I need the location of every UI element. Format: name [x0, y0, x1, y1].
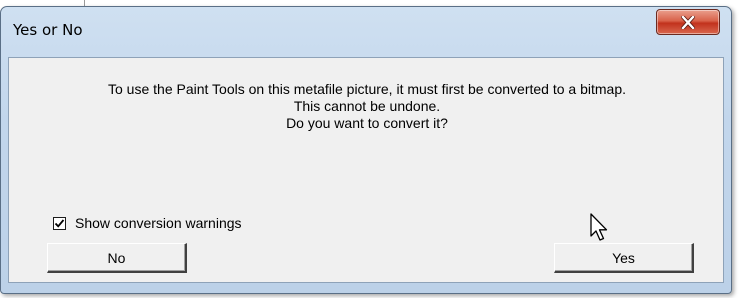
message-line: To use the Paint Tools on this metafile … — [108, 81, 626, 97]
conversion-warnings-option[interactable]: Show conversion warnings — [53, 215, 242, 231]
no-button[interactable]: No — [47, 243, 187, 273]
show-warnings-checkbox[interactable] — [53, 216, 66, 230]
title-bar[interactable]: Yes or No — [1, 7, 731, 57]
close-button[interactable] — [656, 9, 720, 35]
yes-no-dialog: Yes or No To use the Paint Tools on this… — [0, 6, 732, 294]
checkmark-icon — [54, 218, 65, 228]
dialog-client-area: To use the Paint Tools on this metafile … — [8, 57, 724, 283]
yes-button[interactable]: Yes — [554, 243, 694, 273]
close-x-icon — [681, 15, 695, 29]
message-text: To use the Paint Tools on this metafile … — [9, 81, 725, 132]
message-line: Do you want to convert it? — [286, 115, 448, 131]
message-line: This cannot be undone. — [293, 98, 441, 114]
show-warnings-label[interactable]: Show conversion warnings — [75, 215, 242, 231]
dialog-title: Yes or No — [13, 21, 83, 39]
